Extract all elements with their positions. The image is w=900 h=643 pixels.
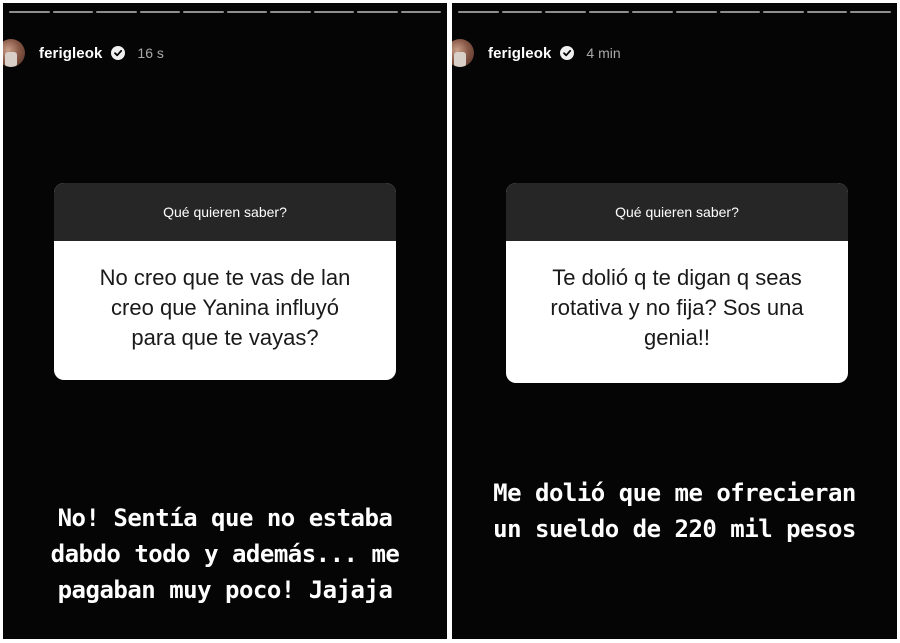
progress-segment — [270, 11, 311, 13]
progress-segment — [588, 11, 630, 13]
progress-segment — [719, 11, 761, 13]
answer-text: Me dolió que me ofrecieran un sueldo de … — [493, 479, 856, 543]
progress-segment — [763, 11, 804, 13]
verified-badge-icon — [560, 46, 575, 60]
username[interactable]: ferigleok — [488, 45, 551, 62]
story-header: ferigleok 16 s — [3, 31, 164, 75]
question-sticker: Qué quieren saber? No creo que te vas de… — [54, 183, 396, 380]
progress-segment — [226, 11, 267, 13]
verified-badge-icon — [111, 46, 126, 60]
username[interactable]: ferigleok — [39, 45, 102, 62]
story-progress-bar — [9, 11, 441, 13]
progress-segment — [458, 11, 499, 13]
post-time: 4 min — [586, 45, 621, 61]
progress-segment — [501, 11, 543, 13]
question-sticker-header: Qué quieren saber? — [506, 183, 848, 241]
question-sticker-header: Qué quieren saber? — [54, 183, 396, 241]
question-sticker-text: Te dolió q te digan q seas rotativa y no… — [550, 265, 804, 350]
progress-segment — [313, 11, 354, 13]
progress-segment — [139, 11, 180, 13]
story-panel-right: ferigleok 4 min Qué quieren saber? Te do… — [452, 3, 897, 639]
avatar[interactable] — [3, 39, 25, 67]
question-sticker: Qué quieren saber? Te dolió q te digan q… — [506, 183, 848, 383]
progress-segment — [675, 11, 717, 13]
progress-segment — [357, 11, 398, 13]
story-header: ferigleok 4 min — [452, 31, 621, 75]
progress-segment — [545, 11, 586, 13]
progress-segment — [806, 11, 848, 13]
progress-segment — [183, 11, 224, 13]
progress-segment — [96, 11, 137, 13]
story-panel-left: ferigleok 16 s Qué quieren saber? No cre… — [3, 3, 447, 639]
progress-segment — [52, 11, 93, 13]
question-sticker-text: No creo que te vas de lan creo que Yanin… — [99, 265, 351, 350]
progress-segment — [400, 11, 441, 13]
story-progress-bar — [458, 11, 891, 13]
post-time: 16 s — [137, 45, 164, 61]
progress-segment — [850, 11, 891, 13]
avatar[interactable] — [452, 39, 474, 67]
progress-segment — [9, 11, 50, 13]
progress-segment — [632, 11, 673, 13]
answer-text: No! Sentía que no estaba dabdo todo y ad… — [50, 504, 400, 604]
